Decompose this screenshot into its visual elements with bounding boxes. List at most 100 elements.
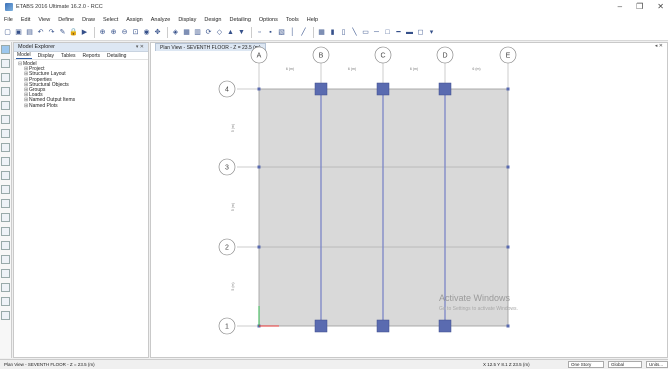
tab-model[interactable]: Model	[16, 52, 32, 59]
save-icon[interactable]: ▤	[25, 28, 34, 37]
column[interactable]	[438, 319, 452, 333]
draw-joint-icon[interactable]	[1, 59, 10, 68]
zoom-in-icon[interactable]: ⊕	[109, 28, 118, 37]
units-button[interactable]: Units...	[646, 361, 668, 368]
3d-view-icon[interactable]: ◈	[171, 28, 180, 37]
column[interactable]	[314, 319, 328, 333]
column[interactable]	[314, 82, 328, 96]
structural-plan-drawing[interactable]: A B C D E 4 3 2 1 6 (m) 6 (m) 6 (m) 6 (m) 5 (m) 5 (m) 5…	[151, 43, 667, 357]
menu-display[interactable]: Display	[178, 17, 196, 23]
run-icon[interactable]: ▶	[80, 28, 89, 37]
tab-reports[interactable]: Reports	[81, 53, 101, 59]
perspective-icon[interactable]: ◇	[215, 28, 224, 37]
redo-icon[interactable]: ↷	[47, 28, 56, 37]
rectangle-icon[interactable]: ▬	[405, 28, 414, 37]
floor-icon[interactable]: ▭	[361, 28, 370, 37]
joint[interactable]	[506, 324, 510, 328]
tree-item[interactable]: ⊞Named Plots	[18, 103, 148, 109]
snap-midpoint-icon[interactable]	[1, 269, 10, 278]
draw-column-icon[interactable]	[1, 87, 10, 96]
menu-draw[interactable]: Draw	[82, 17, 95, 23]
beam-icon[interactable]: ━	[394, 28, 403, 37]
joint[interactable]	[257, 165, 261, 169]
tab-tables[interactable]: Tables	[60, 53, 76, 59]
menu-file[interactable]: File	[4, 17, 13, 23]
menu-options[interactable]: Options	[259, 17, 278, 23]
draw-wall-icon[interactable]	[1, 129, 10, 138]
draw-section-cut-icon[interactable]	[1, 157, 10, 166]
zoom-previous-icon[interactable]: ◉	[142, 28, 151, 37]
grid-label-d: D	[442, 53, 447, 60]
rotate-icon[interactable]: ⟳	[204, 28, 213, 37]
set-display-icon[interactable]: ▪	[266, 28, 275, 37]
grid-icon[interactable]: ▦	[317, 28, 326, 37]
joint[interactable]	[257, 245, 261, 249]
new-icon[interactable]: ▢	[3, 28, 12, 37]
draw-link-icon[interactable]	[1, 199, 10, 208]
line-icon[interactable]: ─	[372, 28, 381, 37]
lock-icon[interactable]: 🔒	[69, 28, 78, 37]
draw-grid-icon[interactable]	[1, 241, 10, 250]
menu-tools[interactable]: Tools	[286, 17, 299, 23]
brace-icon[interactable]: ╲	[350, 28, 359, 37]
snap-intersection-icon[interactable]	[1, 283, 10, 292]
menu-help[interactable]: Help	[307, 17, 318, 23]
pointer-icon[interactable]	[1, 45, 10, 54]
frame-icon[interactable]: │	[288, 28, 297, 37]
slab-icon[interactable]: ◻	[416, 28, 425, 37]
draw-opening-icon[interactable]	[1, 143, 10, 152]
snap-icon[interactable]	[1, 255, 10, 264]
joint[interactable]	[257, 87, 261, 91]
draw-reference-point-icon[interactable]	[1, 185, 10, 194]
panel-pin-close-icon[interactable]: ▾ ✕	[136, 44, 144, 50]
zoom-fit-icon[interactable]: ⊡	[131, 28, 140, 37]
draw-floor-icon[interactable]	[1, 115, 10, 124]
pencil-icon[interactable]: ✎	[58, 28, 67, 37]
menu-edit[interactable]: Edit	[21, 17, 30, 23]
close-icon[interactable]: ✕	[657, 2, 664, 11]
zoom-window-icon[interactable]: ⊕	[98, 28, 107, 37]
coordinate-system-dropdown[interactable]: Global	[608, 361, 642, 368]
pan-icon[interactable]: ✥	[153, 28, 162, 37]
draw-tendon-icon[interactable]	[1, 213, 10, 222]
menu-select[interactable]: Select	[103, 17, 118, 23]
dropdown-icon[interactable]: ▾	[427, 28, 436, 37]
restore-icon[interactable]: ❐	[636, 2, 643, 11]
draw-strip-icon[interactable]	[1, 227, 10, 236]
menu-assign[interactable]: Assign	[126, 17, 143, 23]
joint[interactable]	[506, 165, 510, 169]
wall-icon[interactable]: ▮	[328, 28, 337, 37]
column-icon[interactable]: ▯	[339, 28, 348, 37]
snap-line-icon[interactable]	[1, 311, 10, 320]
area-icon[interactable]: □	[383, 28, 392, 37]
story-dropdown[interactable]: One Story	[568, 361, 604, 368]
joint[interactable]	[506, 245, 510, 249]
tab-display[interactable]: Display	[37, 53, 55, 59]
draw-dimension-icon[interactable]	[1, 171, 10, 180]
snap-perpendicular-icon[interactable]	[1, 297, 10, 306]
object-shrink-icon[interactable]: ▫	[255, 28, 264, 37]
undo-icon[interactable]: ↶	[36, 28, 45, 37]
column[interactable]	[438, 82, 452, 96]
section-cut-icon[interactable]: ╱	[299, 28, 308, 37]
menu-design[interactable]: Design	[204, 17, 221, 23]
menu-detailing[interactable]: Detailing	[230, 17, 251, 23]
draw-beam-icon[interactable]	[1, 73, 10, 82]
down-icon[interactable]: ▼	[237, 28, 246, 37]
open-icon[interactable]: ▣	[14, 28, 23, 37]
assign-icon[interactable]: ▧	[277, 28, 286, 37]
menu-analyze[interactable]: Analyze	[151, 17, 171, 23]
minimize-icon[interactable]: –	[618, 2, 622, 11]
elevation-view-icon[interactable]: ▥	[193, 28, 202, 37]
plan-view-window[interactable]: Plan View - SEVENTH FLOOR - Z = 23.5 (m)…	[150, 42, 668, 358]
tab-detailing[interactable]: Detailing	[106, 53, 127, 59]
draw-brace-icon[interactable]	[1, 101, 10, 110]
plan-view-icon[interactable]: ▦	[182, 28, 191, 37]
menu-view[interactable]: View	[38, 17, 50, 23]
column[interactable]	[376, 82, 390, 96]
column[interactable]	[376, 319, 390, 333]
menu-define[interactable]: Define	[58, 17, 74, 23]
up-icon[interactable]: ▲	[226, 28, 235, 37]
zoom-out-icon[interactable]: ⊖	[120, 28, 129, 37]
joint[interactable]	[506, 87, 510, 91]
